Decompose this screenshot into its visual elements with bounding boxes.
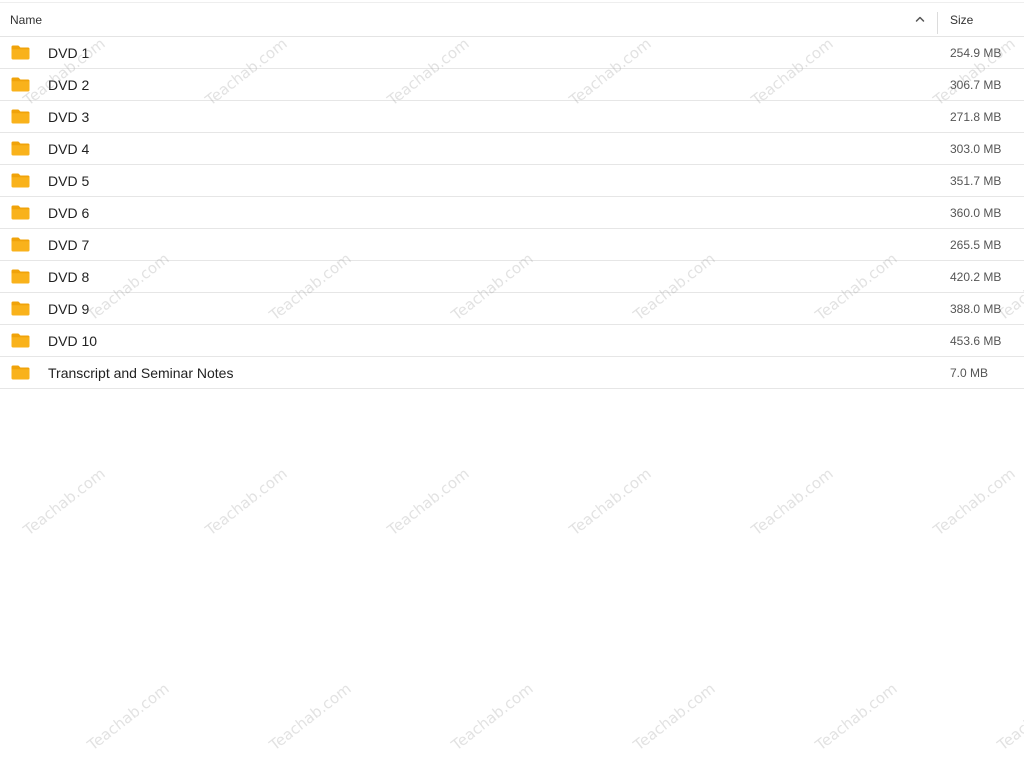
watermark-text: Teachab.com xyxy=(930,464,1019,540)
folder-icon xyxy=(11,45,30,60)
file-name: DVD 6 xyxy=(48,205,90,221)
watermark-text: Teachab.com xyxy=(630,679,719,755)
list-item[interactable]: DVD 10 453.6 MB xyxy=(0,325,1024,357)
file-name: DVD 7 xyxy=(48,237,90,253)
column-divider[interactable] xyxy=(937,12,938,34)
file-size: 271.8 MB xyxy=(950,110,1002,124)
list-item[interactable]: DVD 7 265.5 MB xyxy=(0,229,1024,261)
file-name: DVD 5 xyxy=(48,173,90,189)
folder-icon xyxy=(11,301,30,316)
watermark-text: Teachab.com xyxy=(566,464,655,540)
list-item[interactable]: DVD 8 420.2 MB xyxy=(0,261,1024,293)
folder-icon xyxy=(11,269,30,284)
watermark-text: Teachab.com xyxy=(448,679,537,755)
list-item[interactable]: DVD 3 271.8 MB xyxy=(0,101,1024,133)
folder-icon xyxy=(11,109,30,124)
file-size: 351.7 MB xyxy=(950,174,1002,188)
list-header: Name Size xyxy=(0,2,1024,37)
file-name: DVD 1 xyxy=(48,45,90,61)
file-size: 453.6 MB xyxy=(950,334,1002,348)
file-name: DVD 3 xyxy=(48,109,90,125)
file-browser: Name Size DVD 1 254.9 MB DVD 2 306.7 MB … xyxy=(0,0,1024,768)
file-name: Transcript and Seminar Notes xyxy=(48,365,234,381)
folder-icon xyxy=(11,141,30,156)
chevron-up-icon[interactable] xyxy=(913,12,927,26)
file-name: DVD 4 xyxy=(48,141,90,157)
folder-icon xyxy=(11,365,30,380)
file-size: 306.7 MB xyxy=(950,78,1002,92)
file-size: 254.9 MB xyxy=(950,46,1002,60)
folder-icon xyxy=(11,205,30,220)
watermark-text: Teachab.com xyxy=(812,679,901,755)
list-item[interactable]: DVD 1 254.9 MB xyxy=(0,37,1024,69)
file-size: 360.0 MB xyxy=(950,206,1002,220)
watermark-text: Teachab.com xyxy=(748,464,837,540)
watermark-text: Teachab.com xyxy=(266,679,355,755)
file-size: 265.5 MB xyxy=(950,238,1002,252)
folder-icon xyxy=(11,333,30,348)
watermark-text: Teachab.com xyxy=(202,464,291,540)
size-column-header[interactable]: Size xyxy=(950,13,973,27)
file-name: DVD 2 xyxy=(48,77,90,93)
file-size: 420.2 MB xyxy=(950,270,1002,284)
list-item[interactable]: DVD 4 303.0 MB xyxy=(0,133,1024,165)
list-item[interactable]: DVD 2 306.7 MB xyxy=(0,69,1024,101)
folder-icon xyxy=(11,173,30,188)
file-size: 7.0 MB xyxy=(950,366,989,380)
list-item[interactable]: Transcript and Seminar Notes 7.0 MB xyxy=(0,357,1024,389)
name-column-header[interactable]: Name xyxy=(10,13,42,27)
list-item[interactable]: DVD 9 388.0 MB xyxy=(0,293,1024,325)
watermark-text: Teachab.com xyxy=(84,679,173,755)
watermark-text: Teachab.com xyxy=(994,679,1024,755)
folder-icon xyxy=(11,237,30,252)
watermark-text: Teachab.com xyxy=(20,464,109,540)
file-name: DVD 10 xyxy=(48,333,98,349)
watermark-text: Teachab.com xyxy=(384,464,473,540)
file-list: Name Size DVD 1 254.9 MB DVD 2 306.7 MB … xyxy=(0,2,1024,389)
list-item[interactable]: DVD 5 351.7 MB xyxy=(0,165,1024,197)
file-size: 388.0 MB xyxy=(950,302,1002,316)
list-item[interactable]: DVD 6 360.0 MB xyxy=(0,197,1024,229)
file-name: DVD 8 xyxy=(48,269,90,285)
folder-icon xyxy=(11,77,30,92)
file-size: 303.0 MB xyxy=(950,142,1002,156)
file-rows: DVD 1 254.9 MB DVD 2 306.7 MB DVD 3 271.… xyxy=(0,37,1024,389)
file-name: DVD 9 xyxy=(48,301,90,317)
